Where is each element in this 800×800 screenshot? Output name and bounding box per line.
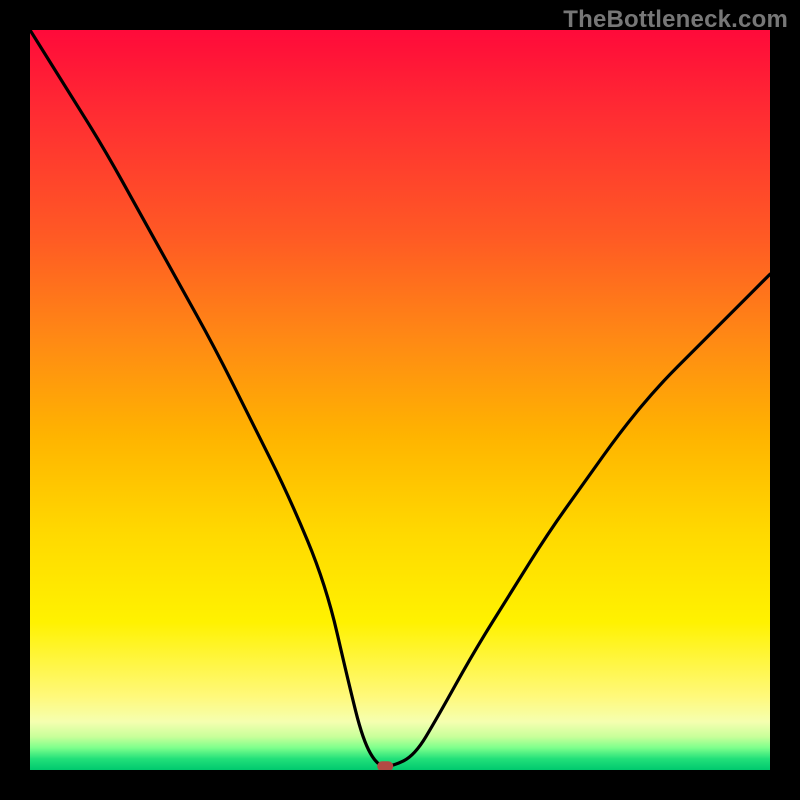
optimal-point-marker: [377, 761, 393, 770]
watermark-text: TheBottleneck.com: [563, 6, 788, 34]
plot-area: [30, 30, 770, 770]
chart-frame: TheBottleneck.com: [0, 0, 800, 800]
bottleneck-curve: [30, 30, 770, 770]
